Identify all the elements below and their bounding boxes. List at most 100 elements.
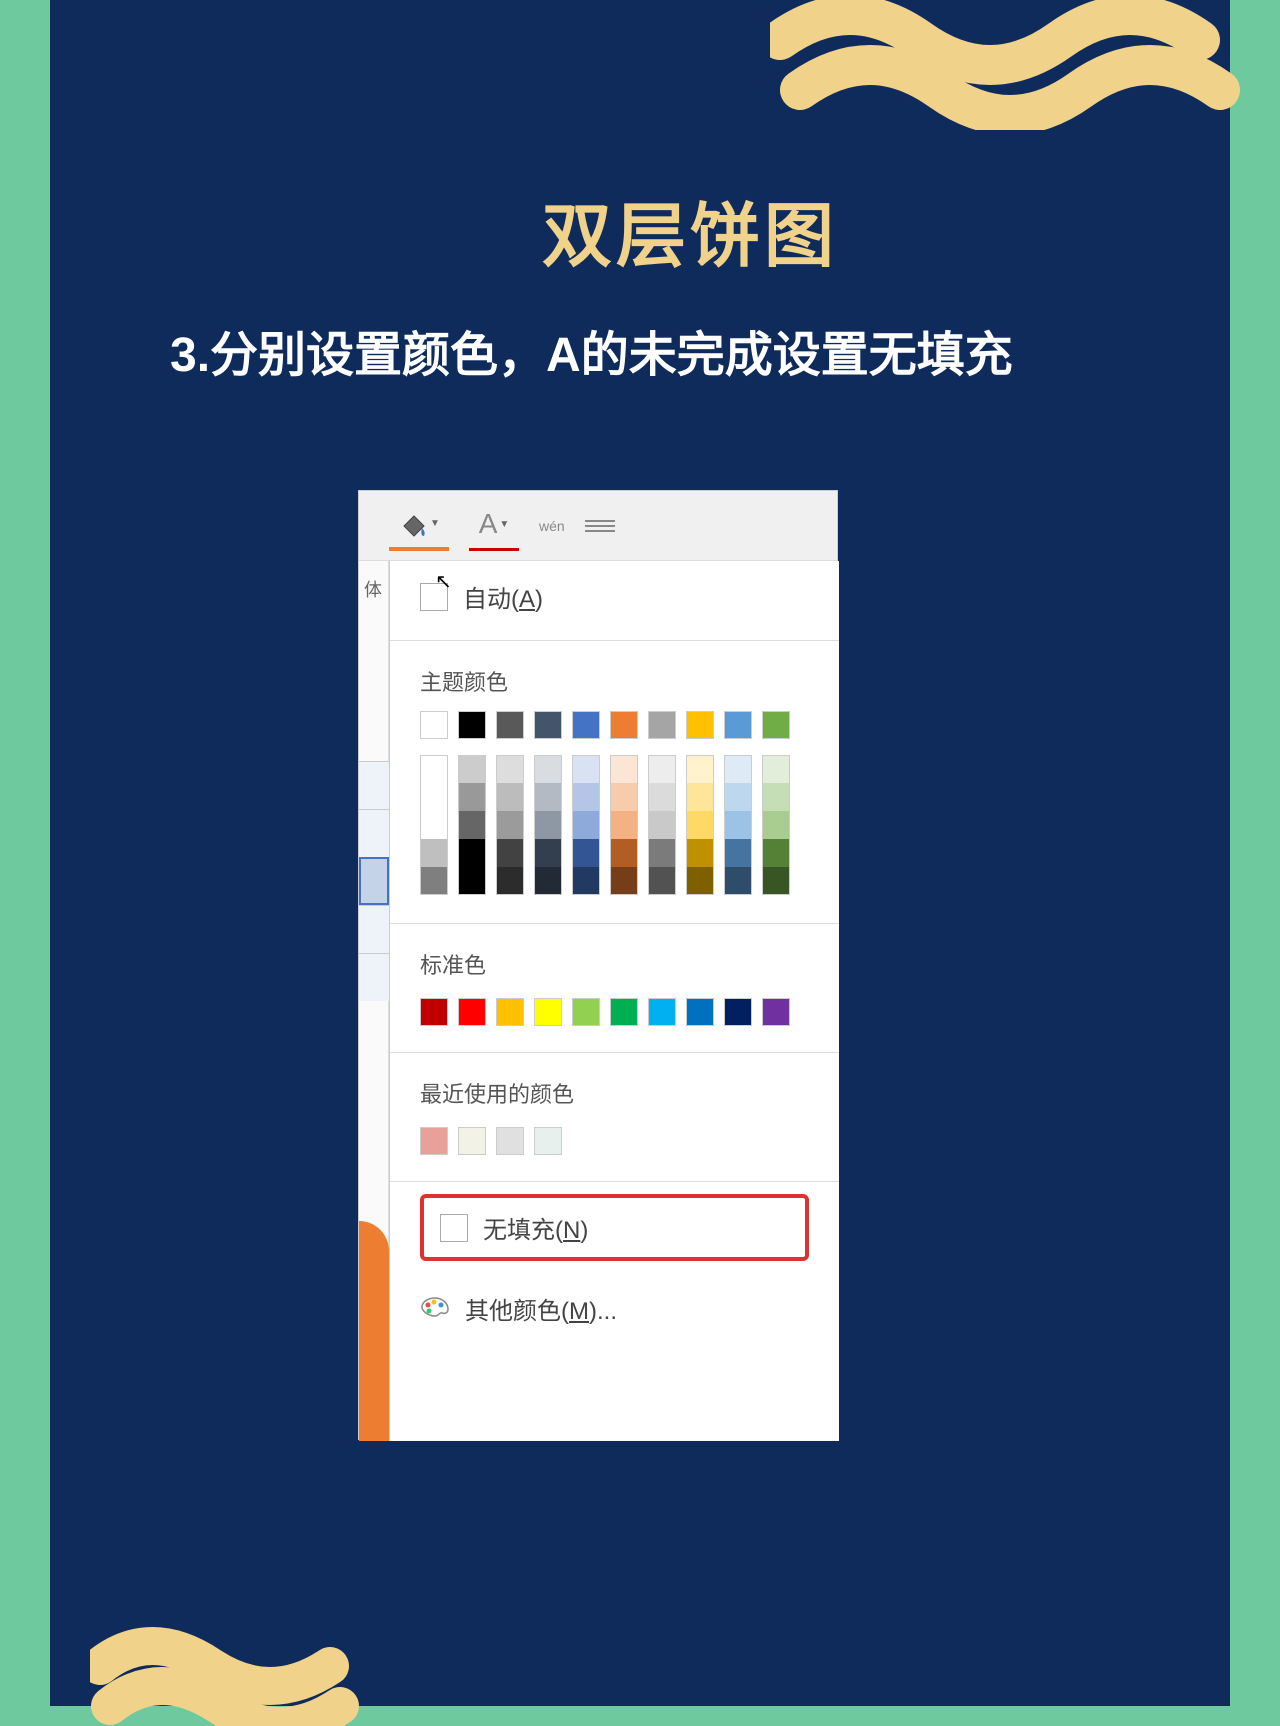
color-swatch[interactable] [572, 783, 600, 811]
color-swatch[interactable] [572, 839, 600, 867]
color-swatch[interactable] [420, 755, 448, 783]
color-swatch[interactable] [762, 811, 790, 839]
color-swatch[interactable] [458, 839, 486, 867]
color-swatch[interactable] [458, 998, 486, 1026]
color-swatch[interactable] [762, 998, 790, 1026]
color-swatch[interactable] [610, 811, 638, 839]
fill-color-button[interactable]: ▼ [389, 501, 449, 551]
decorative-brush-bottom [90, 1606, 370, 1726]
color-swatch[interactable] [610, 867, 638, 895]
color-swatch[interactable] [686, 711, 714, 739]
no-fill-label: 无填充(N) [483, 1210, 588, 1245]
color-swatch[interactable] [458, 755, 486, 783]
color-swatch[interactable] [648, 839, 676, 867]
color-swatch[interactable] [496, 1127, 524, 1155]
color-swatch[interactable] [762, 783, 790, 811]
color-swatch[interactable] [572, 998, 600, 1026]
color-swatch[interactable] [458, 1127, 486, 1155]
color-swatch[interactable] [420, 783, 448, 811]
pinyin-button[interactable]: wén [539, 518, 565, 534]
color-swatch[interactable] [458, 783, 486, 811]
decorative-brush-top [770, 0, 1250, 130]
color-swatch[interactable] [724, 839, 752, 867]
color-swatch[interactable] [420, 811, 448, 839]
color-swatch[interactable] [724, 811, 752, 839]
color-dropdown-panel: ↖ 自动(A) 主题颜色 标准色 最近使用的颜色 无填充(N) [389, 561, 839, 1441]
row-header-selected[interactable] [359, 857, 389, 905]
row-header[interactable] [359, 761, 389, 809]
color-swatch[interactable] [724, 783, 752, 811]
color-swatch[interactable] [686, 867, 714, 895]
recent-color-row [390, 1119, 839, 1173]
color-swatch[interactable] [572, 811, 600, 839]
color-swatch[interactable] [686, 998, 714, 1026]
color-swatch[interactable] [762, 711, 790, 739]
color-swatch[interactable] [496, 711, 524, 739]
auto-color-option[interactable]: ↖ 自动(A) [390, 561, 839, 632]
theme-colors-label: 主题颜色 [390, 649, 839, 707]
color-swatch[interactable] [420, 839, 448, 867]
color-swatch[interactable] [420, 998, 448, 1026]
color-swatch[interactable] [496, 867, 524, 895]
align-button[interactable] [585, 520, 615, 532]
row-header[interactable] [359, 953, 389, 1001]
color-swatch[interactable] [610, 755, 638, 783]
color-swatch[interactable] [496, 998, 524, 1026]
color-swatch[interactable] [496, 783, 524, 811]
color-swatch[interactable] [648, 811, 676, 839]
color-swatch[interactable] [762, 839, 790, 867]
color-swatch[interactable] [420, 711, 448, 739]
color-swatch[interactable] [610, 998, 638, 1026]
color-swatch[interactable] [610, 783, 638, 811]
color-swatch[interactable] [496, 811, 524, 839]
standard-color-row [390, 990, 839, 1044]
color-swatch[interactable] [610, 711, 638, 739]
color-swatch[interactable] [724, 867, 752, 895]
row-header[interactable] [359, 809, 389, 857]
color-swatch[interactable] [420, 867, 448, 895]
color-swatch[interactable] [534, 755, 562, 783]
color-swatch[interactable] [648, 783, 676, 811]
color-swatch[interactable] [724, 998, 752, 1026]
color-swatch[interactable] [648, 867, 676, 895]
color-swatch[interactable] [534, 783, 562, 811]
color-swatch[interactable] [572, 755, 600, 783]
color-swatch[interactable] [762, 755, 790, 783]
color-swatch[interactable] [534, 811, 562, 839]
color-swatch[interactable] [648, 998, 676, 1026]
color-swatch[interactable] [534, 867, 562, 895]
font-color-button[interactable]: A ▼ [469, 501, 519, 551]
color-swatch[interactable] [686, 839, 714, 867]
row-header[interactable] [359, 905, 389, 953]
no-fill-option[interactable]: 无填充(N) [420, 1194, 809, 1261]
color-swatch[interactable] [724, 711, 752, 739]
color-swatch[interactable] [686, 811, 714, 839]
color-swatch[interactable] [458, 811, 486, 839]
standard-colors-label: 标准色 [390, 932, 839, 990]
color-swatch[interactable] [534, 1127, 562, 1155]
color-swatch[interactable] [762, 867, 790, 895]
color-swatch[interactable] [572, 867, 600, 895]
color-swatch[interactable] [686, 783, 714, 811]
color-swatch[interactable] [458, 711, 486, 739]
color-swatch[interactable] [534, 711, 562, 739]
color-swatch[interactable] [686, 755, 714, 783]
chart-slice-preview [359, 1221, 389, 1441]
color-swatch[interactable] [420, 1127, 448, 1155]
color-swatch[interactable] [458, 867, 486, 895]
color-swatch[interactable] [610, 839, 638, 867]
color-swatch[interactable] [572, 711, 600, 739]
color-swatch[interactable] [496, 839, 524, 867]
paint-bucket-icon [398, 510, 428, 538]
divider [390, 1052, 839, 1053]
app-screenshot: ▼ A ▼ wén 体 [358, 490, 838, 1440]
more-colors-label: 其他颜色(M)... [465, 1291, 617, 1326]
color-swatch[interactable] [648, 711, 676, 739]
color-swatch[interactable] [534, 839, 562, 867]
color-swatch[interactable] [648, 755, 676, 783]
instruction-text: 3.分别设置颜色，A的未完成设置无填充 [170, 320, 1210, 392]
color-swatch[interactable] [496, 755, 524, 783]
color-swatch[interactable] [724, 755, 752, 783]
color-swatch[interactable] [534, 998, 562, 1026]
more-colors-option[interactable]: 其他颜色(M)... [390, 1273, 839, 1344]
